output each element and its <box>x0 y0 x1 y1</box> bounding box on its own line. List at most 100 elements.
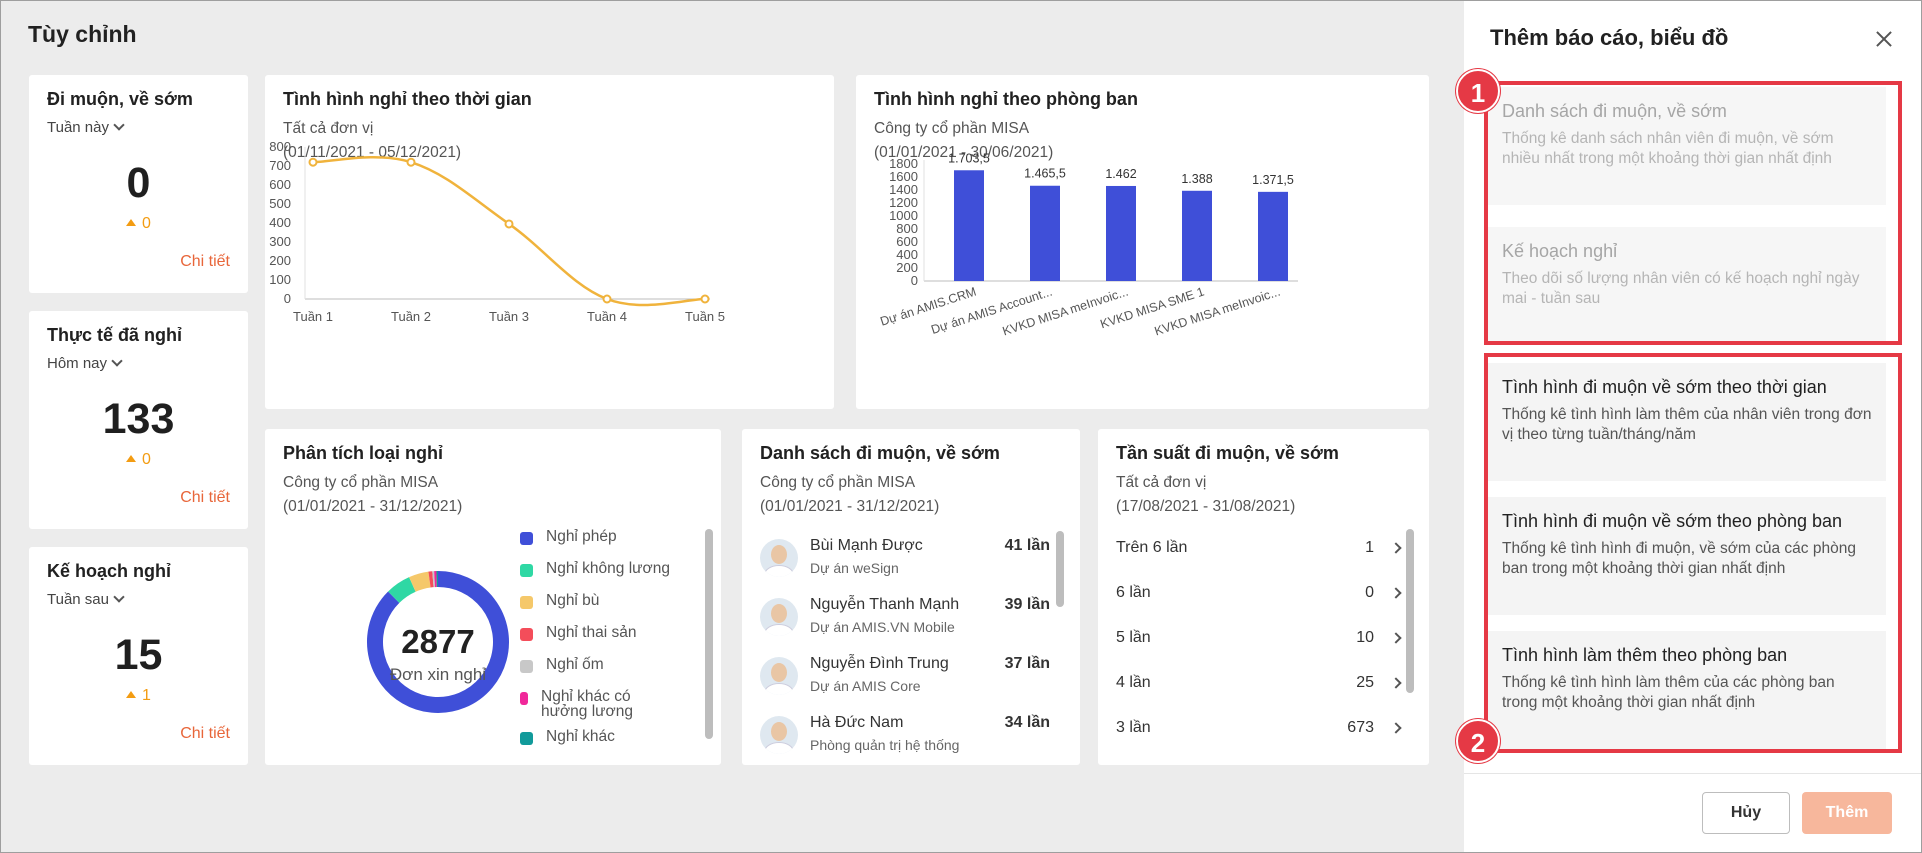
y-tick-label: 400 <box>269 215 291 230</box>
y-tick-label: 700 <box>269 158 291 173</box>
donut-slice <box>388 577 416 604</box>
legend-label: Nghỉ khác có hưởng lương <box>541 688 633 720</box>
list-item[interactable]: Bùi Mạnh Được Dự án weSign 41 lần <box>760 537 1050 595</box>
cancel-button[interactable]: Hủy <box>1702 792 1790 834</box>
frequency-row[interactable]: 5 lần 10 <box>1116 629 1404 665</box>
avatar <box>760 598 798 636</box>
chevron-down-icon <box>113 591 125 603</box>
y-tick-label: 800 <box>269 139 291 154</box>
avatar <box>760 539 798 577</box>
period-select[interactable]: Hôm nay <box>47 355 123 372</box>
x-tick-label: Tuần 3 <box>489 309 529 324</box>
card-range: (01/01/2021 - 31/12/2021) <box>760 498 940 515</box>
highlight-box-2 <box>1484 353 1902 753</box>
list-item[interactable]: Nguyễn Thanh Mạnh Dự án AMIS.VN Mobile 3… <box>760 596 1050 654</box>
detail-link[interactable]: Chi tiết <box>180 253 230 271</box>
frequency-value: 0 <box>1365 584 1374 601</box>
bar <box>1258 191 1288 281</box>
bar <box>1182 190 1212 281</box>
frequency-label: 4 lần <box>1116 674 1151 691</box>
late-count: 41 lần <box>1004 537 1050 554</box>
leave-by-dept-card[interactable]: Tình hình nghỉ theo phòng ban Công ty cổ… <box>856 75 1429 409</box>
chevron-right-icon <box>1390 677 1402 689</box>
bar <box>1106 185 1136 281</box>
late-count: 39 lần <box>1004 596 1050 613</box>
legend-item: Nghỉ không lương <box>520 561 670 593</box>
y-tick-label: 800 <box>896 221 918 236</box>
frequency-value: 10 <box>1356 629 1374 646</box>
step-marker-2: 2 <box>1456 719 1500 763</box>
donut-slice <box>409 571 431 592</box>
employee-dept: Dự án AMIS.VN Mobile <box>810 619 955 635</box>
legend-label: Nghỉ không lương <box>546 560 670 577</box>
frequency-row[interactable]: 3 lần 673 <box>1116 719 1404 755</box>
donut-legend: Nghỉ phép Nghỉ không lương Nghỉ bù Nghỉ … <box>520 529 670 761</box>
chevron-right-icon <box>1390 632 1402 644</box>
footer-divider <box>1464 773 1921 774</box>
frequency-label: 5 lần <box>1116 629 1151 646</box>
frequency-label: 3 lần <box>1116 719 1151 736</box>
y-tick-label: 200 <box>269 253 291 268</box>
y-tick-label: 600 <box>896 234 918 249</box>
scrollbar-thumb[interactable] <box>1056 531 1064 607</box>
stat-title: Đi muộn, về sớm <box>47 89 193 109</box>
chevron-right-icon <box>1390 722 1402 734</box>
close-icon[interactable] <box>1872 27 1896 51</box>
leave-by-time-card[interactable]: Tình hình nghỉ theo thời gian Tất cả đơn… <box>265 75 834 409</box>
data-point <box>602 294 612 304</box>
x-tick-label: KVKD MISA meInvoic... <box>1153 285 1282 339</box>
employee-name: Hà Đức Nam <box>810 714 904 731</box>
series-line <box>312 156 706 307</box>
period-select[interactable]: Tuần sau <box>47 591 125 608</box>
frequency-row[interactable]: Trên 6 lần 1 <box>1116 539 1404 575</box>
frequency-value: 673 <box>1347 719 1374 736</box>
arrow-up-icon <box>126 691 137 698</box>
leave-type-card[interactable]: Phân tích loại nghỉ Công ty cổ phần MISA… <box>265 429 721 765</box>
arrow-up-icon <box>126 219 137 226</box>
legend-swatch <box>520 532 533 545</box>
add-button[interactable]: Thêm <box>1802 792 1892 834</box>
list-item[interactable]: Hà Đức Nam Phòng quản trị hệ thống 34 lầ… <box>760 714 1050 765</box>
period-label: Tuần sau <box>47 591 109 608</box>
frequency-row[interactable]: 4 lần 25 <box>1116 674 1404 710</box>
legend-item: Nghỉ thai sản <box>520 625 670 657</box>
late-frequency-card[interactable]: Tần suất đi muộn, về sớm Tất cả đơn vị (… <box>1098 429 1429 765</box>
chevron-down-icon <box>113 119 125 131</box>
bar-chart: 020040060080010001200140016001800 1.703,5… <box>878 151 1298 339</box>
stat-value: 0 <box>126 159 151 207</box>
detail-link[interactable]: Chi tiết <box>180 725 230 743</box>
list-item[interactable]: Nguyễn Đình Trung Dự án AMIS Core 37 lần <box>760 655 1050 713</box>
y-tick-label: 1000 <box>889 208 918 223</box>
stat-delta-value: 0 <box>142 215 151 232</box>
scrollbar-thumb[interactable] <box>1406 529 1414 693</box>
x-tick-label: Tuần 2 <box>391 309 431 324</box>
stat-delta-value: 0 <box>142 451 151 468</box>
employee-name: Bùi Mạnh Được <box>810 537 923 554</box>
legend-item: Nghỉ khác có hưởng lương <box>520 689 670 729</box>
list-scrollbar[interactable] <box>1056 531 1064 765</box>
x-tick-label: Tuần 5 <box>685 309 725 324</box>
stat-title: Kế hoạch nghỉ <box>47 561 172 581</box>
employee-name: Nguyễn Thanh Mạnh <box>810 596 960 613</box>
bar <box>1030 185 1060 281</box>
y-tick-label: 0 <box>284 291 291 306</box>
late-list-card[interactable]: Danh sách đi muộn, về sớm Công ty cổ phầ… <box>742 429 1080 765</box>
card-title: Danh sách đi muộn, về sớm <box>760 443 1000 463</box>
chevron-down-icon <box>111 355 123 367</box>
frequency-row[interactable]: 6 lần 0 <box>1116 584 1404 620</box>
highlight-box-1 <box>1484 81 1902 345</box>
late-count: 34 lần <box>1004 714 1050 731</box>
stat-card-planned-leave: Kế hoạch nghỉ Tuần sau 15 1 Chi tiết <box>29 547 248 765</box>
scrollbar-thumb[interactable] <box>705 529 713 739</box>
card-title: Tần suất đi muộn, về sớm <box>1116 443 1339 463</box>
y-tick-label: 1600 <box>889 169 918 184</box>
y-tick-label: 600 <box>269 177 291 192</box>
detail-link[interactable]: Chi tiết <box>180 489 230 507</box>
stat-delta: 0 <box>29 451 248 469</box>
legend-scrollbar[interactable] <box>705 529 713 765</box>
stat-card-actual-leave: Thực tế đã nghỉ Hôm nay 133 0 Chi tiết <box>29 311 248 529</box>
list-scrollbar[interactable] <box>1406 529 1414 765</box>
period-select[interactable]: Tuần này <box>47 119 125 136</box>
stat-value: 133 <box>102 395 175 443</box>
y-tick-label: 1400 <box>889 182 918 197</box>
